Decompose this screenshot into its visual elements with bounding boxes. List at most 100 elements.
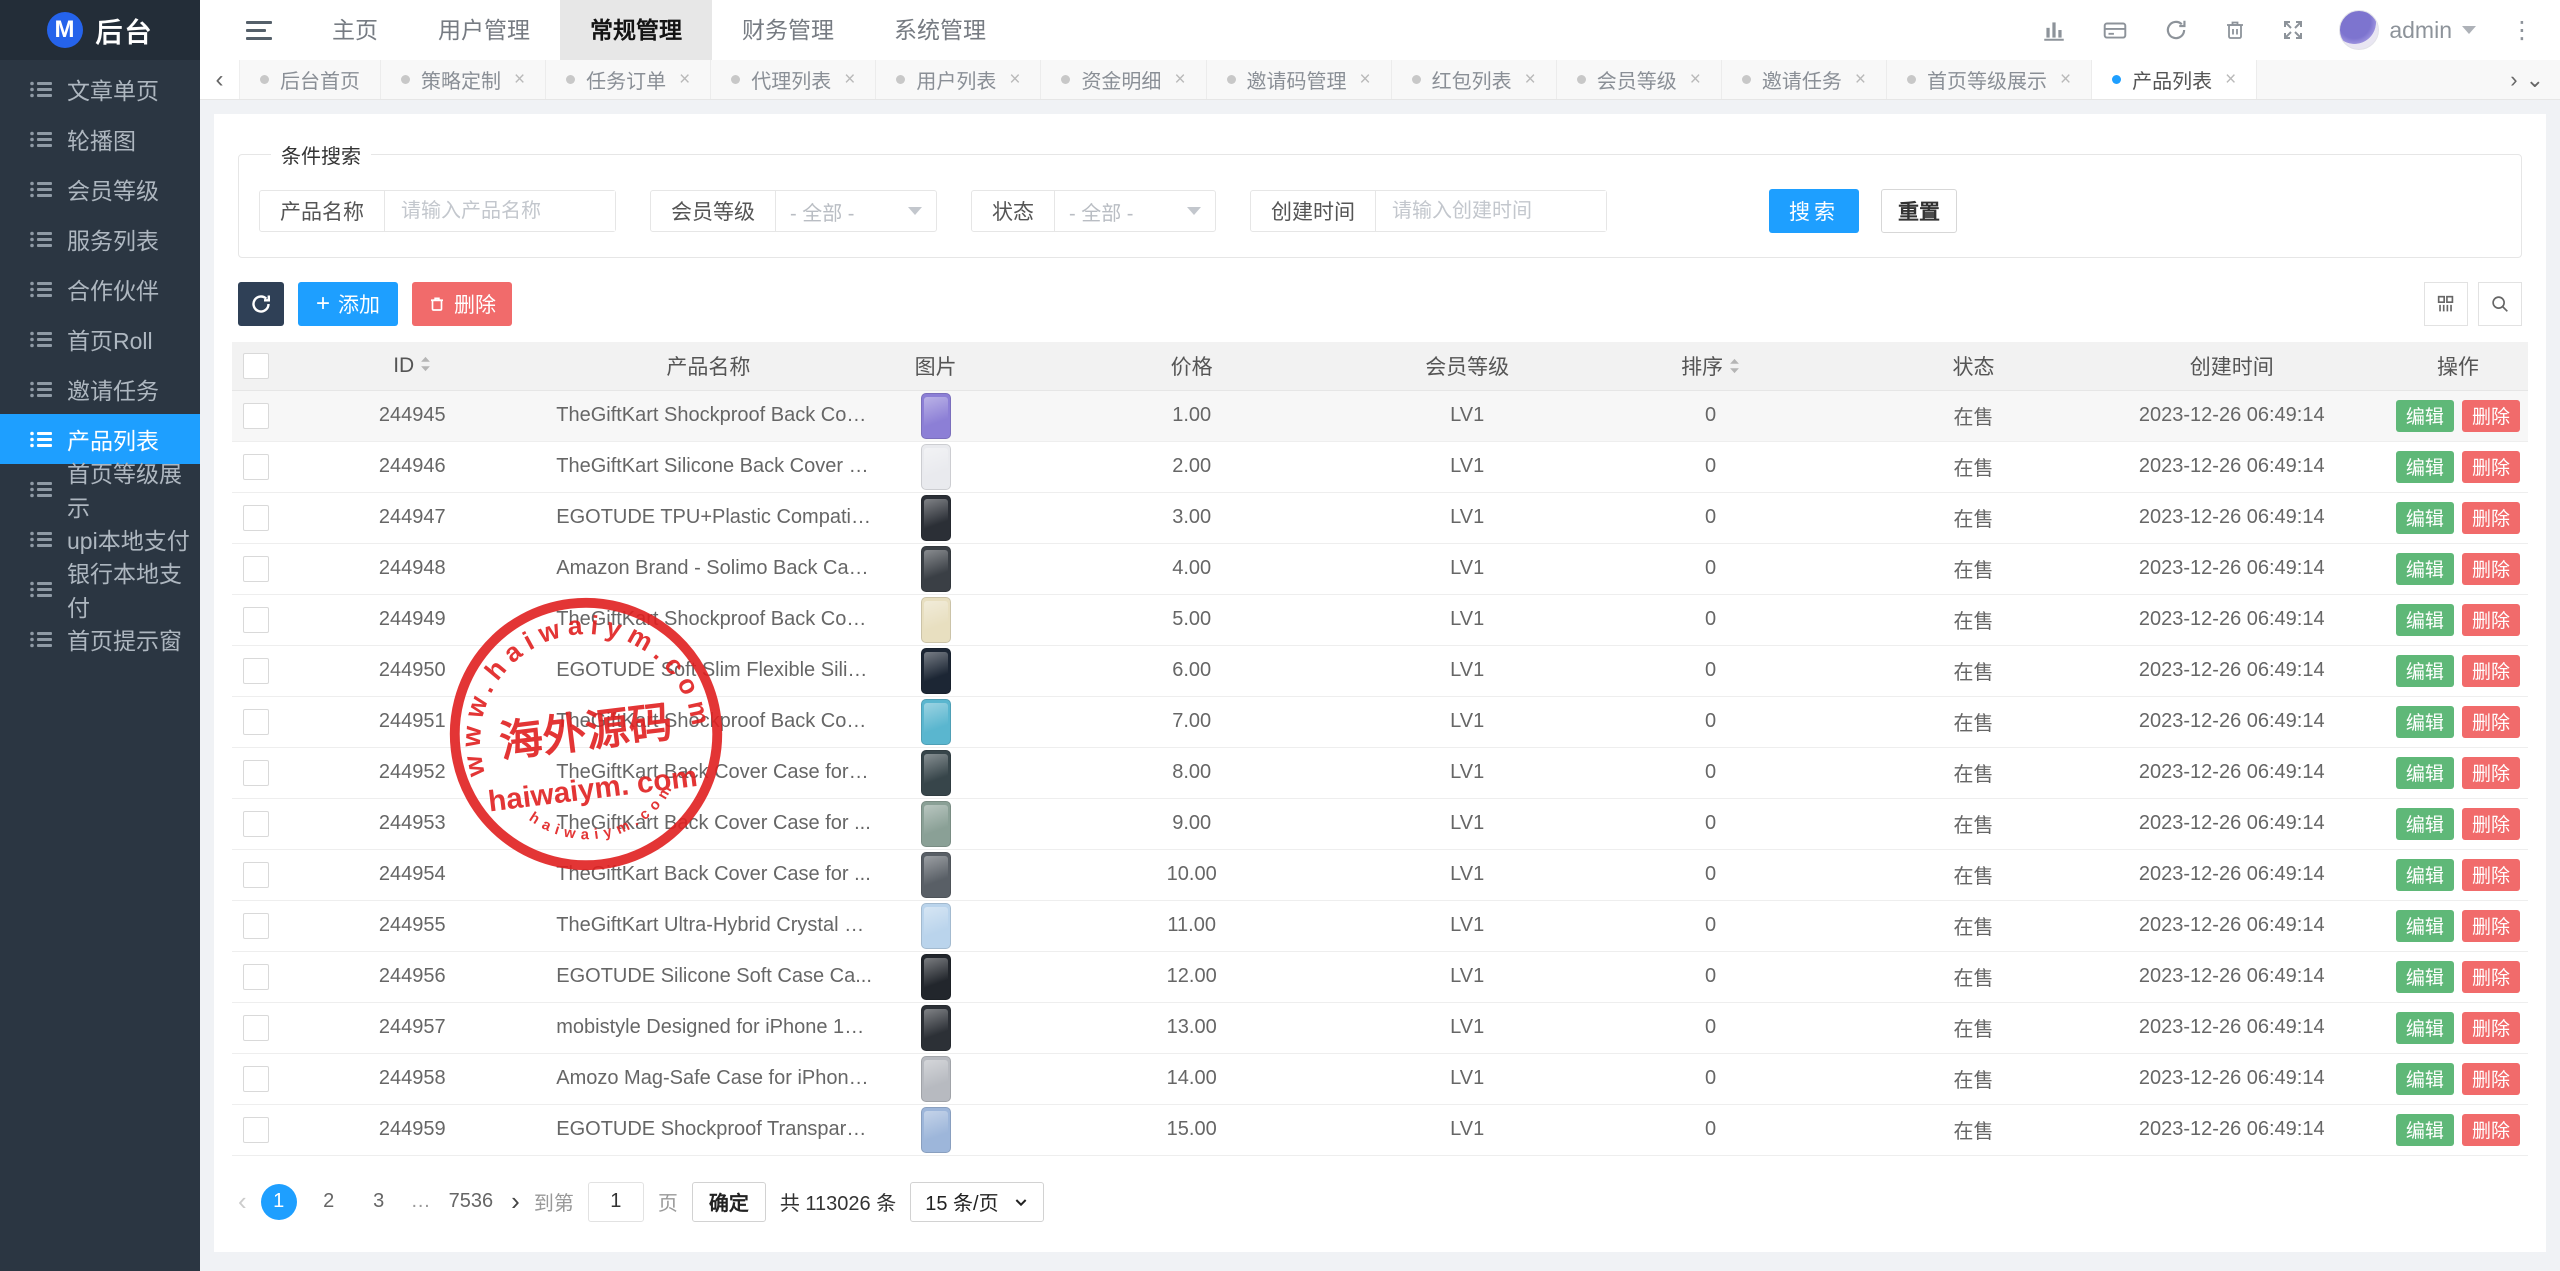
nav-item-3[interactable]: 财务管理 (712, 0, 864, 60)
sidebar-item-8[interactable]: 首页等级展示 (0, 464, 200, 514)
tab-10[interactable]: 首页等级展示× (1887, 60, 2092, 99)
avatar[interactable] (2339, 10, 2379, 50)
nav-item-0[interactable]: 主页 (302, 0, 408, 60)
page-button-3[interactable]: 3 (361, 1184, 397, 1220)
goto-page-input[interactable] (588, 1182, 644, 1222)
delete-button[interactable]: 删除 (2462, 757, 2520, 789)
tab-close-icon[interactable]: × (2060, 69, 2071, 91)
select-all-checkbox[interactable] (243, 353, 269, 379)
tab-11[interactable]: 产品列表× (2092, 60, 2257, 99)
tab-close-icon[interactable]: × (844, 69, 855, 91)
delete-button[interactable]: 删除 (2462, 1063, 2520, 1095)
fullscreen-icon[interactable] (2281, 18, 2305, 42)
delete-button[interactable]: 删除 (2462, 604, 2520, 636)
edit-button[interactable]: 编辑 (2396, 1063, 2454, 1095)
chart-icon[interactable] (2041, 17, 2067, 43)
delete-button[interactable]: 删除 (2462, 910, 2520, 942)
search-icon[interactable] (2478, 282, 2522, 326)
delete-button[interactable]: 删除 (2462, 1114, 2520, 1146)
billing-card-icon[interactable] (2101, 17, 2129, 43)
tab-8[interactable]: 会员等级× (1557, 60, 1722, 99)
reset-button[interactable]: 重置 (1881, 189, 1957, 233)
edit-button[interactable]: 编辑 (2396, 859, 2454, 891)
search-button[interactable]: 搜索 (1769, 189, 1859, 233)
tabs-scroll-left-icon[interactable]: ‹ (200, 60, 240, 99)
delete-button[interactable]: 删除 (2462, 808, 2520, 840)
tab-close-icon[interactable]: × (1525, 69, 1536, 91)
menu-toggle-icon[interactable] (246, 21, 272, 40)
edit-button[interactable]: 编辑 (2396, 1114, 2454, 1146)
tab-1[interactable]: 策略定制× (381, 60, 546, 99)
sidebar-item-0[interactable]: 文章单页 (0, 64, 200, 114)
edit-button[interactable]: 编辑 (2396, 961, 2454, 993)
next-page-icon[interactable]: › (511, 1186, 520, 1217)
tab-close-icon[interactable]: × (1009, 69, 1020, 91)
row-checkbox[interactable] (243, 1066, 269, 1092)
delete-button[interactable]: 删除 (2462, 859, 2520, 891)
page-button-7536[interactable]: 7536 (445, 1184, 498, 1220)
delete-button[interactable]: 删除 (2462, 451, 2520, 483)
edit-button[interactable]: 编辑 (2396, 502, 2454, 534)
row-checkbox[interactable] (243, 913, 269, 939)
refresh-icon[interactable] (2163, 17, 2189, 43)
edit-button[interactable]: 编辑 (2396, 757, 2454, 789)
trash-icon[interactable] (2223, 18, 2247, 42)
sidebar-item-5[interactable]: 首页Roll (0, 314, 200, 364)
page-size-select[interactable]: 15 条/页 (910, 1182, 1043, 1222)
edit-button[interactable]: 编辑 (2396, 1012, 2454, 1044)
row-checkbox[interactable] (243, 505, 269, 531)
tab-5[interactable]: 资金明细× (1041, 60, 1206, 99)
edit-button[interactable]: 编辑 (2396, 400, 2454, 432)
create-time-input[interactable] (1376, 191, 1606, 231)
tab-close-icon[interactable]: × (514, 69, 525, 91)
row-checkbox[interactable] (243, 862, 269, 888)
bulk-delete-button[interactable]: 删除 (412, 282, 512, 326)
delete-button[interactable]: 删除 (2462, 553, 2520, 585)
tab-close-icon[interactable]: × (1855, 69, 1866, 91)
tab-close-icon[interactable]: × (679, 69, 690, 91)
delete-button[interactable]: 删除 (2462, 400, 2520, 432)
delete-button[interactable]: 删除 (2462, 1012, 2520, 1044)
tabs-menu-icon[interactable]: ⌄ (2526, 67, 2544, 93)
sidebar-item-4[interactable]: 合作伙伴 (0, 264, 200, 314)
tab-2[interactable]: 任务订单× (546, 60, 711, 99)
edit-button[interactable]: 编辑 (2396, 604, 2454, 636)
edit-button[interactable]: 编辑 (2396, 655, 2454, 687)
edit-button[interactable]: 编辑 (2396, 451, 2454, 483)
row-checkbox[interactable] (243, 1015, 269, 1041)
add-button[interactable]: +添加 (298, 282, 398, 326)
delete-button[interactable]: 删除 (2462, 961, 2520, 993)
tabs-scroll-right-icon[interactable]: › (2510, 67, 2517, 93)
page-button-2[interactable]: 2 (311, 1184, 347, 1220)
refresh-button[interactable] (238, 282, 284, 326)
row-checkbox[interactable] (243, 1117, 269, 1143)
tab-3[interactable]: 代理列表× (711, 60, 876, 99)
row-checkbox[interactable] (243, 454, 269, 480)
tab-0[interactable]: 后台首页 (240, 60, 381, 99)
tab-close-icon[interactable]: × (1690, 69, 1701, 91)
columns-filter-icon[interactable] (2424, 282, 2468, 326)
nav-item-4[interactable]: 系统管理 (864, 0, 1016, 60)
tab-9[interactable]: 邀请任务× (1722, 60, 1887, 99)
user-menu[interactable]: admin (2339, 10, 2476, 50)
member-level-select[interactable]: - 全部 - (776, 191, 936, 231)
row-checkbox[interactable] (243, 964, 269, 990)
nav-item-1[interactable]: 用户管理 (408, 0, 560, 60)
confirm-button[interactable]: 确定 (692, 1182, 766, 1222)
sidebar-item-2[interactable]: 会员等级 (0, 164, 200, 214)
nav-item-2[interactable]: 常规管理 (560, 0, 712, 60)
col-header-0[interactable]: ID (280, 342, 544, 390)
product-name-input[interactable] (385, 191, 615, 231)
page-button-1[interactable]: 1 (261, 1184, 297, 1220)
tab-4[interactable]: 用户列表× (876, 60, 1041, 99)
tab-close-icon[interactable]: × (1174, 69, 1185, 91)
row-checkbox[interactable] (243, 658, 269, 684)
tab-7[interactable]: 红包列表× (1392, 60, 1557, 99)
edit-button[interactable]: 编辑 (2396, 910, 2454, 942)
status-select[interactable]: - 全部 - (1055, 191, 1215, 231)
row-checkbox[interactable] (243, 709, 269, 735)
sidebar-item-6[interactable]: 邀请任务 (0, 364, 200, 414)
tab-6[interactable]: 邀请码管理× (1207, 60, 1392, 99)
row-checkbox[interactable] (243, 403, 269, 429)
sidebar-item-10[interactable]: 银行本地支付 (0, 564, 200, 614)
